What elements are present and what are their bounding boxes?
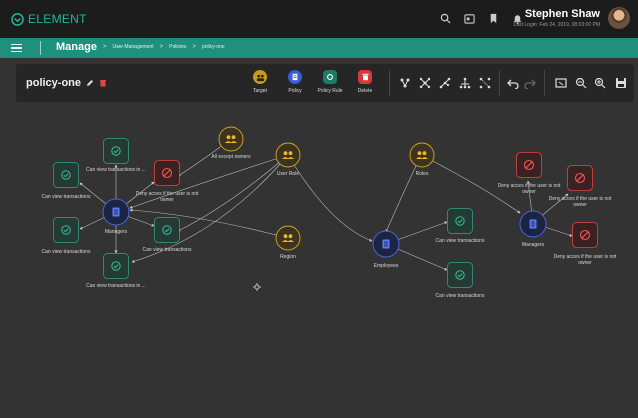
save-icon[interactable] <box>615 77 627 89</box>
target-group-label: Roles <box>415 171 429 177</box>
layout-grid-icon[interactable] <box>479 77 491 89</box>
policy-label: Policy <box>288 88 302 94</box>
allow-rule-node[interactable] <box>53 217 79 248</box>
breadcrumb-item[interactable]: User Management <box>112 44 153 50</box>
brand-name: ELEMENT <box>28 12 87 26</box>
edit-icon[interactable] <box>86 79 94 87</box>
policy-icon <box>288 70 302 84</box>
graph-edges <box>79 138 573 271</box>
delete-button[interactable]: Delete <box>347 70 383 94</box>
policy-rule-label: Policy Rule <box>317 88 343 94</box>
allow-rule-label: Can view transactions <box>41 194 91 200</box>
deny-rule-node[interactable] <box>567 165 593 196</box>
zoom-in-icon[interactable] <box>594 77 606 89</box>
move-cursor-icon <box>253 283 261 291</box>
element-logo-icon <box>11 12 24 26</box>
layout-tree-icon[interactable] <box>459 77 471 89</box>
policy-label: Employees <box>373 263 399 269</box>
allow-rule-label: Can view transactions in ... <box>86 283 146 289</box>
allow-rule-label: Can view transactions <box>435 238 485 244</box>
allow-rule-label: Can view transactions <box>41 249 91 255</box>
breadcrumb-item[interactable]: policy-one <box>202 44 225 50</box>
editor-toolbar: policy-one Target Policy Policy Rule Del… <box>16 64 634 102</box>
policy-node[interactable] <box>102 198 130 231</box>
chevron-right-icon: > <box>102 44 107 50</box>
breadcrumb-item[interactable]: Policies <box>169 44 186 50</box>
nav-divider <box>40 41 41 55</box>
policy-node[interactable] <box>519 210 547 243</box>
target-group-node[interactable] <box>218 126 244 157</box>
section-title[interactable]: Manage <box>56 41 97 53</box>
allow-rule-label: Can view transactions <box>142 247 192 253</box>
trash-icon <box>358 70 372 84</box>
target-label: Target <box>253 88 267 94</box>
layout-force-icon[interactable] <box>439 77 451 89</box>
target-group-label: Region <box>280 254 296 260</box>
deny-rule-node[interactable] <box>516 152 542 183</box>
breadcrumb: Manage > User Management > Policies > po… <box>56 41 225 53</box>
fit-screen-icon[interactable] <box>555 77 567 89</box>
allow-rule-node[interactable] <box>154 217 180 248</box>
policy-label: Managers <box>104 229 128 235</box>
policy-rule-button[interactable]: Policy Rule <box>312 70 348 94</box>
deny-rule-label: Deny acces if the user is not owner <box>553 254 617 266</box>
policy-name: policy-one <box>26 77 107 89</box>
layout-cluster-icon[interactable] <box>399 77 411 89</box>
allow-rule-node[interactable] <box>103 253 129 284</box>
toolbar-divider <box>389 70 390 96</box>
top-bar: ELEMENT Stephen Shaw Last Login: Feb 24,… <box>0 0 638 38</box>
menu-icon[interactable] <box>11 44 22 54</box>
toolbar-divider <box>499 70 500 96</box>
chevron-right-icon: > <box>159 44 164 50</box>
policy-button[interactable]: Policy <box>277 70 313 94</box>
deny-rule-node[interactable] <box>572 222 598 253</box>
layout-radial-icon[interactable] <box>419 77 431 89</box>
last-login: Last Login: Feb 24, 2019, 08:03:00 PM <box>513 22 600 28</box>
brand-logo[interactable]: ELEMENT <box>11 12 87 26</box>
target-group-label: All except owners <box>211 154 251 160</box>
zoom-out-icon[interactable] <box>575 77 587 89</box>
nav-bar: Manage > User Management > Policies > po… <box>0 38 638 58</box>
target-group-node[interactable] <box>275 225 301 256</box>
calendar-icon[interactable] <box>464 13 475 24</box>
bookmark-icon[interactable] <box>488 13 499 24</box>
allow-rule-node[interactable] <box>447 208 473 239</box>
deny-rule-node[interactable] <box>154 160 180 191</box>
allow-rule-label: Can view transactions in ... <box>86 167 146 173</box>
policy-rule-icon <box>323 70 337 84</box>
redo-icon[interactable] <box>524 77 536 89</box>
delete-label: Delete <box>357 88 373 94</box>
target-group-icon <box>253 70 267 84</box>
policy-label: Managers <box>521 242 545 248</box>
chevron-right-icon: > <box>192 44 196 50</box>
allow-rule-label: Can view transactions <box>435 293 485 299</box>
target-button[interactable]: Target <box>242 70 278 94</box>
search-icon[interactable] <box>440 13 451 24</box>
toolbar-divider <box>544 70 545 96</box>
trash-icon[interactable] <box>99 79 107 87</box>
target-group-label: User Role <box>276 171 300 177</box>
policy-node[interactable] <box>372 230 400 263</box>
avatar[interactable] <box>608 7 630 29</box>
deny-rule-label: Deny acces if the user is not owner <box>497 183 561 195</box>
undo-icon[interactable] <box>507 77 519 89</box>
allow-rule-node[interactable] <box>447 262 473 293</box>
allow-rule-node[interactable] <box>53 162 79 193</box>
policy-name-text: policy-one <box>26 77 82 89</box>
allow-rule-node[interactable] <box>103 138 129 169</box>
deny-rule-label: Deny acces if the user is not owner <box>548 196 612 208</box>
user-name: Stephen Shaw <box>524 8 600 20</box>
deny-rule-label: Deny acces if the user is not owner <box>135 191 199 203</box>
user-info[interactable]: Stephen Shaw Last Login: Feb 24, 2019, 0… <box>514 8 600 28</box>
target-group-node[interactable] <box>409 142 435 173</box>
target-group-node[interactable] <box>275 142 301 173</box>
